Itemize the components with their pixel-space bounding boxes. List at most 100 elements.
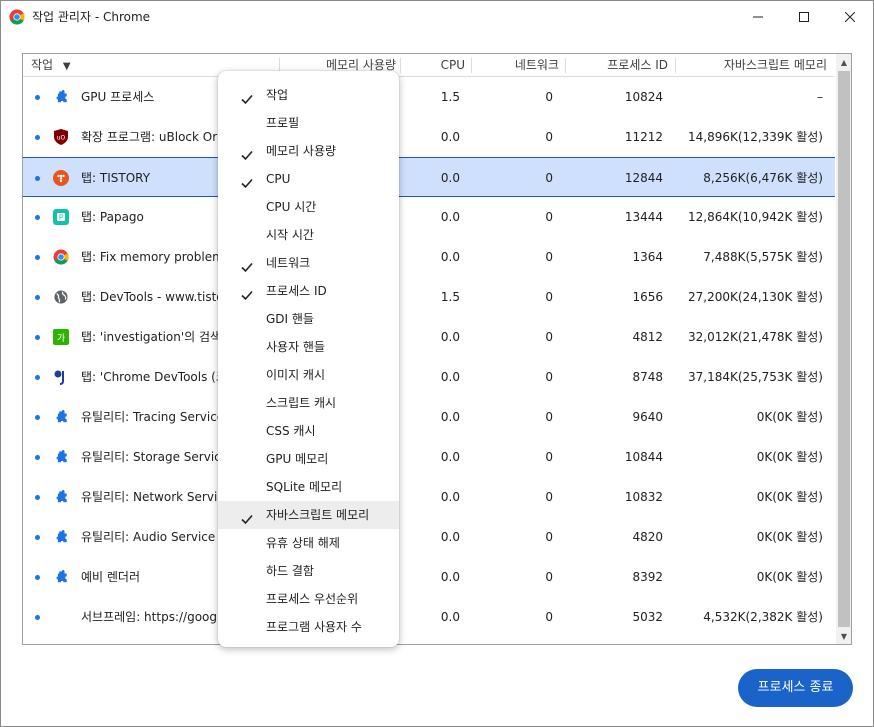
header-network[interactable]: 네트워크: [475, 54, 559, 76]
column-divider[interactable]: [471, 58, 472, 73]
pid-value: 10844: [624, 450, 663, 464]
papago-icon: P: [53, 209, 69, 225]
menu-item[interactable]: 프로필: [218, 109, 399, 137]
menu-item[interactable]: 자바스크립트 메모리: [218, 501, 399, 529]
title-bar[interactable]: 작업 관리자 - Chrome: [1, 1, 873, 32]
menu-item[interactable]: GPU 메모리: [218, 445, 399, 473]
network-value: 0: [545, 250, 553, 264]
process-table: 작업 ▼ 메모리 사용량 CPU 네트워크 프로세스 ID 자바스크립트 메모리…: [22, 53, 852, 645]
header-pid[interactable]: 프로세스 ID: [569, 54, 668, 76]
task-name: 탭: 'Chrome DevTools (크롬: [81, 370, 226, 384]
table-row[interactable]: 서브프레임: https://google.com 0.0 0 5032 4,532K(…: [23, 597, 835, 637]
menu-item-label: 네트워크: [266, 256, 311, 270]
menu-item[interactable]: 프로세스 우선순위: [218, 585, 399, 613]
pid-value: 1656: [632, 290, 663, 304]
maximize-button[interactable]: [781, 1, 827, 32]
menu-item[interactable]: 프로그램 사용자 수: [218, 613, 399, 641]
network-value: 0: [545, 530, 553, 544]
status-dot: [35, 255, 40, 260]
task-manager-window: 작업 관리자 - Chrome 작업 ▼ 메모리 사용량 CPU 네트워크 프로…: [0, 0, 874, 727]
column-divider[interactable]: [675, 58, 676, 73]
menu-item[interactable]: GDI 핸들: [218, 305, 399, 333]
ublock-icon: uO: [53, 129, 69, 145]
menu-item[interactable]: CPU: [218, 165, 399, 193]
menu-item[interactable]: 하드 결함: [218, 557, 399, 585]
header-task[interactable]: 작업 ▼: [31, 54, 71, 76]
vertical-scrollbar[interactable]: ▲ ▼: [836, 54, 851, 644]
svg-text:uO: uO: [57, 135, 66, 142]
table-row[interactable]: 유틸리티: Audio Service 0.0 0 4820 0K(0K 활성): [23, 517, 835, 557]
pid-value: 13444: [624, 210, 663, 224]
minimize-button[interactable]: [735, 1, 781, 32]
cpu-value: 0.0: [440, 610, 460, 624]
end-process-button[interactable]: 프로세스 종료: [738, 669, 853, 707]
table-row[interactable]: P 탭: Papago 0.0 0 13444 12,864K(10,942K 활성): [23, 197, 835, 237]
puzzle-icon: [53, 409, 69, 425]
status-dot: [35, 375, 40, 380]
table-row[interactable]: GPU 프로세스 1.5 0 10824 –: [23, 77, 835, 117]
column-divider[interactable]: [400, 58, 401, 73]
js-memory-value: 4,532K(2,382K 활성): [703, 610, 823, 624]
table-row[interactable]: uO 확장 프로그램: uBlock Origin 0.0 0 11212 14,896K…: [23, 117, 835, 157]
scroll-thumb[interactable]: [838, 71, 850, 627]
menu-item-label: 이미지 캐시: [266, 368, 326, 382]
window-title: 작업 관리자 - Chrome: [32, 10, 151, 24]
scroll-up-icon[interactable]: ▲: [836, 54, 851, 70]
network-value: 0: [545, 570, 553, 584]
menu-item[interactable]: CSS 캐시: [218, 417, 399, 445]
menu-item-label: 프로세스 ID: [266, 284, 327, 298]
menu-item[interactable]: 작업: [218, 81, 399, 109]
menu-item[interactable]: 유휴 상태 해제: [218, 529, 399, 557]
scroll-down-icon[interactable]: ▼: [836, 628, 851, 644]
table-row[interactable]: 탭: TISTORY 0.0 0 12844 8,256K(6,476K 활성): [23, 157, 835, 197]
menu-item[interactable]: 네트워크: [218, 249, 399, 277]
blog-icon: [53, 369, 69, 385]
status-dot: [35, 95, 40, 100]
header-js-memory[interactable]: 자바스크립트 메모리: [679, 54, 827, 76]
cpu-value: 0.0: [440, 171, 460, 185]
pid-value: 10832: [624, 490, 663, 504]
table-row[interactable]: 탭: 'Chrome DevTools (크롬 0.0 0 8748 37,184K(2…: [23, 357, 835, 397]
puzzle-icon: [53, 489, 69, 505]
task-name: 탭: TISTORY: [81, 171, 151, 185]
menu-item[interactable]: 이미지 캐시: [218, 361, 399, 389]
table-row[interactable]: 가 탭: 'investigation'의 검색결과 0.0 0 4812 32,012K…: [23, 317, 835, 357]
network-value: 0: [545, 370, 553, 384]
menu-item[interactable]: CPU 시간: [218, 193, 399, 221]
menu-item[interactable]: 프로세스 ID: [218, 277, 399, 305]
table-row[interactable]: 예비 렌더러 0.0 0 8392 0K(0K 활성): [23, 557, 835, 597]
table-row[interactable]: 유틸리티: Network Service 0.0 0 10832 0K(0K 활성): [23, 477, 835, 517]
naver-dictionary-icon: 가: [53, 329, 69, 345]
pid-value: 8392: [632, 570, 663, 584]
menu-item-label: CPU: [266, 172, 291, 186]
menu-item-label: 시작 시간: [266, 228, 314, 242]
status-dot: [35, 455, 40, 460]
cpu-value: 0.0: [440, 570, 460, 584]
menu-item[interactable]: 메모리 사용량: [218, 137, 399, 165]
menu-item[interactable]: 사용자 핸들: [218, 333, 399, 361]
table-row[interactable]: 유틸리티: Storage Service 0.0 0 10844 0K(0K 활성): [23, 437, 835, 477]
menu-item[interactable]: 스크립트 캐시: [218, 389, 399, 417]
task-name: 탭: Fix memory problems: [81, 250, 226, 264]
table-row[interactable]: 유틸리티: Tracing Service 0.0 0 9640 0K(0K 활성): [23, 397, 835, 437]
task-name: 유틸리티: Network Service: [81, 490, 226, 504]
pid-value: 11212: [624, 130, 663, 144]
close-button[interactable]: [827, 1, 873, 32]
status-dot: [35, 295, 40, 300]
table-row[interactable]: 탭: DevTools - www.tistory.com 1.5 0 1656 27,…: [23, 277, 835, 317]
header-cpu[interactable]: CPU: [403, 54, 465, 76]
js-memory-value: 37,184K(25,753K 활성): [688, 370, 823, 384]
status-dot: [35, 176, 40, 181]
menu-item[interactable]: SQLite 메모리: [218, 473, 399, 501]
menu-item-label: GPU 메모리: [266, 452, 329, 466]
pid-value: 4812: [632, 330, 663, 344]
svg-text:P: P: [59, 214, 63, 222]
column-divider[interactable]: [565, 58, 566, 73]
table-row[interactable]: 탭: Fix memory problems 0.0 0 1364 7,488K(5,5…: [23, 237, 835, 277]
task-name: 유틸리티: Audio Service: [81, 530, 216, 544]
menu-item[interactable]: 시작 시간: [218, 221, 399, 249]
js-memory-value: 14,896K(12,339K 활성): [688, 130, 823, 144]
cpu-value: 0.0: [440, 330, 460, 344]
network-value: 0: [545, 490, 553, 504]
task-name: 서브프레임: https://google.com: [81, 610, 226, 624]
